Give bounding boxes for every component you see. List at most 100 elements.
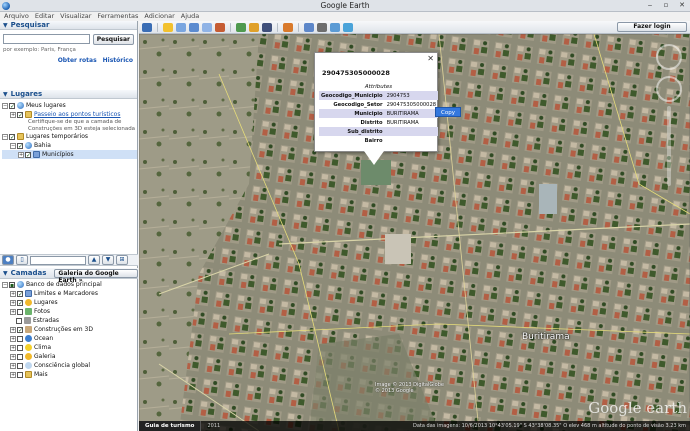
places-filter-input[interactable] — [30, 255, 86, 265]
tree-item-municipios[interactable]: + ✓ Municípios — [2, 150, 137, 159]
collapse-icon[interactable]: − — [2, 281, 8, 288]
expand-icon[interactable]: + — [18, 151, 24, 158]
search-row: Pesquisar — [0, 30, 137, 47]
layer-item-3d-buildings[interactable]: + ✓ Construções em 3D — [2, 325, 136, 334]
polygon-icon[interactable] — [176, 22, 186, 32]
checkbox-unchecked[interactable] — [17, 353, 23, 360]
checkbox-checked[interactable]: ✓ — [17, 111, 23, 118]
places-icon — [25, 299, 32, 306]
globe-icon — [17, 281, 24, 288]
search-button[interactable]: Pesquisar — [92, 34, 134, 45]
layer-item-primary-db[interactable]: − ▪ Banco de dados principal — [2, 280, 136, 289]
email-icon[interactable] — [304, 22, 314, 32]
layer-item-photos[interactable]: + Fotos — [2, 307, 136, 316]
menu-ferramentas[interactable]: Ferramentas — [97, 12, 138, 21]
expand-icon[interactable]: + — [10, 353, 16, 360]
folder-icon — [17, 133, 24, 140]
panel-toggle-icon[interactable]: ▯ — [16, 255, 28, 265]
save-image-icon[interactable] — [330, 22, 340, 32]
record-tour-icon[interactable] — [215, 22, 225, 32]
tree-item-tour[interactable]: + ✓ Passeio aos pontos turísticos — [2, 110, 137, 119]
menu-adicionar[interactable]: Adicionar — [144, 12, 174, 21]
layers-section-header[interactable]: ▼ Camadas Galeria do Google Earth » — [0, 268, 138, 284]
expand-icon[interactable]: + — [10, 290, 16, 297]
image-overlay-icon[interactable] — [202, 22, 212, 32]
balloon-close-icon[interactable]: ✕ — [427, 54, 434, 63]
checkbox-unchecked[interactable] — [17, 362, 23, 369]
checkbox-checked[interactable]: ✓ — [17, 142, 23, 149]
table-row: Geocodigo_Setor 290475305000028 — [333, 101, 437, 108]
layer-item-borders[interactable]: + ✓ Limites e Marcadores — [2, 289, 136, 298]
expand-icon[interactable]: + — [10, 326, 16, 333]
move-down-icon[interactable]: ▼ — [102, 255, 114, 265]
place-label[interactable]: Buritirama — [522, 332, 570, 342]
tour-note: Certifique-se de que a camada de Constru… — [28, 119, 136, 132]
tour-guide-button[interactable]: Guia de turismo — [139, 421, 202, 431]
close-button[interactable]: ✕ — [676, 1, 688, 10]
checkbox-checked[interactable]: ✓ — [17, 326, 23, 333]
minimize-button[interactable]: ‒ — [644, 1, 656, 10]
ruler-icon[interactable] — [283, 22, 293, 32]
menu-visualizar[interactable]: Visualizar — [60, 12, 91, 21]
window-title: Google Earth — [320, 1, 370, 10]
sidebar-toggle-icon[interactable] — [142, 22, 152, 32]
checkbox-partial[interactable]: ▪ — [9, 281, 15, 288]
expand-icon[interactable]: + — [10, 111, 16, 118]
get-directions-link[interactable]: Obter rotas — [58, 57, 97, 64]
checkbox-unchecked[interactable] — [17, 308, 23, 315]
map-view[interactable]: ✕ 290475305000028 Attributes Geocodigo_M… — [139, 34, 690, 431]
checkbox-unchecked[interactable] — [17, 335, 23, 342]
historical-imagery-icon[interactable] — [236, 22, 246, 32]
sign-in-button[interactable]: Fazer login — [617, 22, 687, 32]
layer-item-global-awareness[interactable]: + Consciência global — [2, 361, 136, 370]
layer-item-places[interactable]: + ✓ Lugares — [2, 298, 136, 307]
checkbox-checked[interactable]: ✓ — [17, 290, 23, 297]
earth-gallery-button[interactable]: Galeria do Google Earth » — [54, 268, 138, 284]
expand-icon[interactable]: + — [10, 335, 16, 342]
checkbox-unchecked[interactable] — [17, 344, 23, 351]
layer-item-gallery[interactable]: + Galeria — [2, 352, 136, 361]
menu-ajuda[interactable]: Ajuda — [181, 12, 199, 21]
checkbox-checked[interactable]: ✓ — [17, 299, 23, 306]
checkbox-checked[interactable]: ✓ — [25, 151, 31, 158]
search-section-header[interactable]: ▼ Pesquisar — [0, 21, 137, 30]
sunlight-icon[interactable] — [249, 22, 259, 32]
checkbox-checked[interactable]: ✓ — [9, 102, 15, 109]
checkbox-unchecked[interactable] — [17, 371, 23, 378]
checkbox-checked[interactable]: ✓ — [9, 133, 15, 140]
view-in-maps-icon[interactable] — [343, 22, 353, 32]
collapse-icon[interactable]: − — [10, 142, 16, 149]
search-input[interactable] — [3, 34, 90, 44]
expand-icon[interactable]: + — [10, 362, 16, 369]
print-icon[interactable] — [317, 22, 327, 32]
history-link[interactable]: Histórico — [103, 57, 133, 64]
layer-item-ocean[interactable]: + Ocean — [2, 334, 136, 343]
planets-icon[interactable] — [262, 22, 272, 32]
tree-item-my-places[interactable]: − ✓ Meus lugares — [2, 101, 137, 110]
copy-button[interactable]: Copy — [435, 107, 461, 117]
expand-icon[interactable]: + — [10, 308, 16, 315]
search-panel-toggle-icon[interactable]: ● — [2, 255, 14, 265]
expand-icon[interactable]: + — [10, 371, 16, 378]
collapse-icon[interactable]: − — [2, 102, 8, 109]
layers-tree: − ▪ Banco de dados principal + ✓ Limites… — [2, 280, 136, 379]
move-up-icon[interactable]: ▲ — [88, 255, 100, 265]
tree-item-bahia[interactable]: − ✓ Bahia — [2, 141, 137, 150]
path-icon[interactable] — [189, 22, 199, 32]
collapse-icon[interactable]: − — [2, 133, 8, 140]
layer-item-more[interactable]: + Mais — [2, 370, 136, 379]
folder-add-icon[interactable]: ⊞ — [116, 255, 128, 265]
places-section-header[interactable]: ▼ Lugares — [0, 90, 137, 99]
zoom-slider[interactable] — [667, 106, 671, 186]
move-navigation-control[interactable] — [656, 76, 682, 102]
checkbox-unchecked[interactable] — [16, 317, 22, 324]
look-navigation-control[interactable] — [656, 44, 682, 70]
tree-item-temp-places[interactable]: − ✓ Lugares temporários — [2, 132, 137, 141]
placemark-icon[interactable] — [163, 22, 173, 32]
layer-item-weather[interactable]: + Clima — [2, 343, 136, 352]
ocean-icon — [25, 335, 32, 342]
layer-item-roads[interactable]: Estradas — [2, 316, 136, 325]
maximize-button[interactable]: ▫ — [660, 1, 672, 10]
expand-icon[interactable]: + — [10, 299, 16, 306]
expand-icon[interactable]: + — [10, 344, 16, 351]
